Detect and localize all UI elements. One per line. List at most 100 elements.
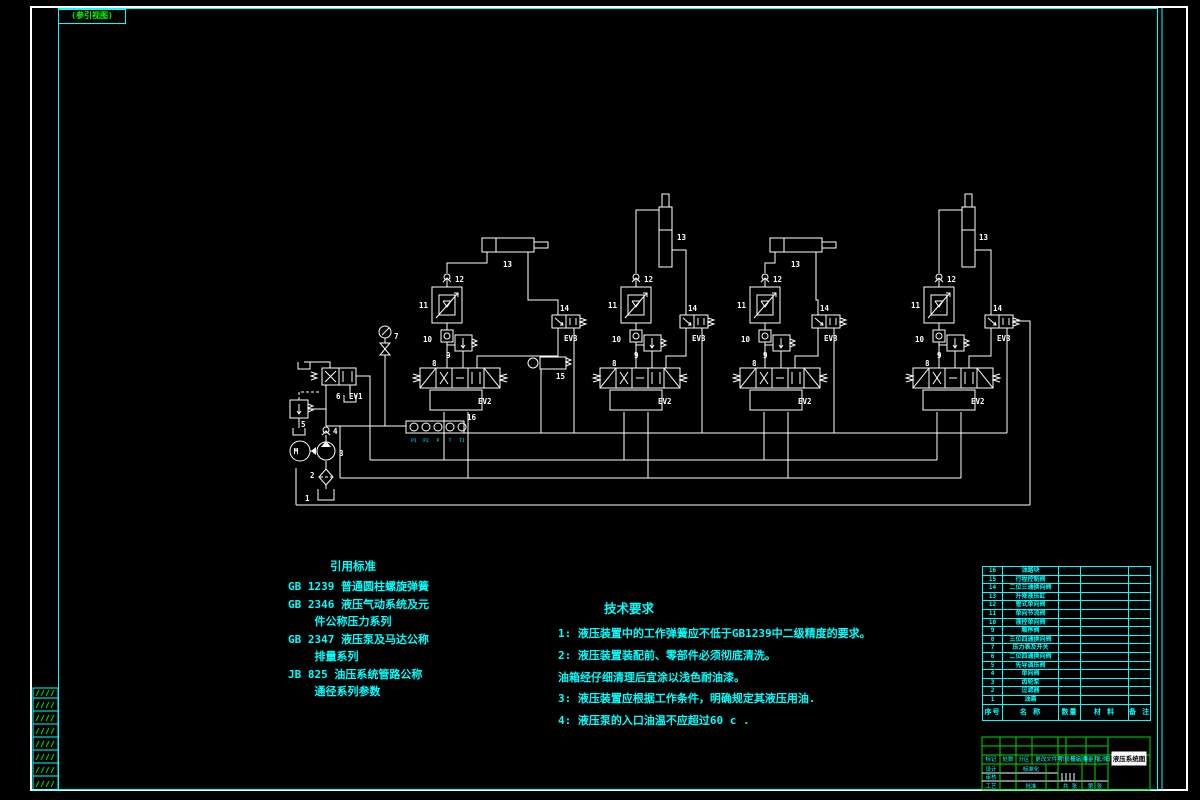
standards-title: 引用标准 (330, 559, 376, 573)
part-name: 管式单向阀 (1002, 600, 1059, 610)
table-row: 13 升降液压缸 (982, 591, 1151, 602)
standards-line: 排量系列 (288, 650, 359, 663)
titleblock-label: 比例 (1096, 755, 1108, 763)
component-label: 8 (752, 359, 757, 368)
part-no: 10 (982, 617, 1003, 628)
component-label: 9 (446, 351, 451, 360)
standards-line: 通径系列参数 (288, 685, 381, 698)
component-label: 10 (423, 335, 433, 344)
tech-line: 4: 液压泵的入口油温不应超过60 c . (558, 714, 750, 728)
component-label: 1 (305, 494, 310, 503)
part-name: 压力表及开关 (1002, 643, 1059, 653)
component-label: 13 (503, 260, 513, 269)
table-row: 12 管式单向阀 (982, 600, 1151, 610)
drawing-title: 液压系统图 (1113, 754, 1146, 763)
component-label: 14 (820, 304, 830, 313)
part-no: 16 (982, 566, 1003, 576)
valve-tag: EV2 (658, 397, 672, 406)
part-no: 4 (982, 669, 1003, 679)
titleblock-label: 工艺 (985, 783, 997, 790)
part-no: 13 (982, 591, 1003, 602)
tech-line: 油箱经仔细清理后宜涂以浅色耐油漆。 (558, 670, 745, 684)
cad-drawing-sheet: (参引视图) 1 2 3 4 5 6 EV1 7 15 16 M 8 8 8 8… (0, 0, 1200, 800)
component-label: 12 (455, 275, 464, 284)
table-row: 11 单向节流阀 (982, 608, 1151, 619)
travel-valve (527, 356, 573, 433)
table-header-row: 序号 名 称 数量 材 料 备 注 (982, 703, 1151, 721)
port-label: P1 (411, 438, 417, 444)
part-name: 升降液压缸 (1002, 591, 1059, 602)
valve-tag: EV2 (798, 397, 812, 406)
col-header: 备 注 (1128, 703, 1151, 721)
part-no: 6 (982, 651, 1003, 662)
component-label: 8 (612, 359, 617, 368)
component-label: 16 (467, 413, 477, 422)
part-name: 三位四通换向阀 (1002, 634, 1059, 645)
tech-title: 技术要求 (604, 601, 655, 616)
table-row: 2 过滤器 (982, 686, 1151, 696)
valve-tag: EV3 (692, 334, 706, 343)
standards-line: 件公称压力系列 (288, 615, 392, 628)
part-no: 12 (982, 600, 1003, 610)
part-name: 先导调压阀 (1002, 660, 1059, 671)
part-no: 15 (982, 574, 1003, 585)
component-label: 13 (677, 233, 687, 242)
component-label: 14 (560, 304, 570, 313)
valve-tag: EV3 (824, 334, 838, 343)
table-row: 4 单向阀 (982, 669, 1151, 679)
technical-requirements-block: 技术要求 1: 液压装置中的工作弹簧应不低于GB1239中二级精度的要求。 2:… (558, 597, 903, 732)
edge-strip (32, 687, 59, 791)
part-name: 顺序阀 (1002, 626, 1059, 636)
titleblock-label: 第 张 (1088, 782, 1103, 790)
part-name: 行程控制阀 (1002, 574, 1059, 585)
component-label: 13 (791, 260, 801, 269)
valve-tag: EV1 (349, 392, 363, 401)
table-row: 15 行程控制阀 (982, 574, 1151, 585)
titleblock-label: 审核 (985, 773, 997, 781)
titleblock-label: 阶段标记 (1059, 755, 1082, 763)
part-name: 过滤器 (1002, 686, 1059, 696)
col-header: 数量 (1058, 703, 1081, 721)
port-label: T (449, 438, 452, 444)
port-label: P (437, 438, 440, 444)
component-label: 10 (915, 335, 925, 344)
table-row: 6 二位四通换向阀 (982, 651, 1151, 662)
motor-letter: M (294, 447, 299, 456)
component-label: 2 (310, 471, 315, 480)
port-label: T1 (459, 438, 465, 444)
part-no: 9 (982, 626, 1003, 636)
part-name: 二位三通换向阀 (1002, 583, 1059, 593)
actuator-group-3 (732, 237, 847, 478)
component-label: 11 (608, 301, 618, 310)
component-label: 11 (737, 301, 747, 310)
component-label: 12 (644, 275, 653, 284)
part-name: 单向节流阀 (1002, 608, 1059, 619)
table-row: 7 压力表及开关 (982, 643, 1151, 653)
component-label: 10 (612, 335, 622, 344)
component-label: 15 (556, 372, 565, 381)
standards-line: GB 2347 液压泵及马达公称 (288, 632, 429, 646)
component-label: 10 (741, 335, 751, 344)
component-label: 7 (394, 332, 399, 341)
part-no: 11 (982, 608, 1003, 619)
component-label: 12 (773, 275, 782, 284)
table-row: 8 三位四通换向阀 (982, 634, 1151, 645)
titleblock-label: 共 张 (1063, 782, 1078, 790)
component-label: 13 (979, 233, 989, 242)
valve-tag: EV3 (564, 334, 578, 343)
port-label: P2 (423, 438, 429, 444)
manifold-block (405, 420, 467, 434)
standards-line: JB 825 油压系统管路公称 (288, 667, 423, 681)
titleblock-label: 批准 (1025, 782, 1037, 790)
component-label: 4 (333, 427, 338, 436)
component-label: 9 (763, 351, 768, 360)
valve-tag: EV3 (997, 334, 1011, 343)
table-row: 10 液控单向阀 (982, 617, 1151, 628)
component-label: 11 (911, 301, 921, 310)
part-no: 2 (982, 686, 1003, 696)
part-name: 油路块 (1002, 566, 1059, 576)
component-label: 12 (947, 275, 956, 284)
part-no: 1 (982, 694, 1003, 705)
part-name: 齿轮泵 (1002, 677, 1059, 688)
pump-unit (289, 325, 406, 501)
